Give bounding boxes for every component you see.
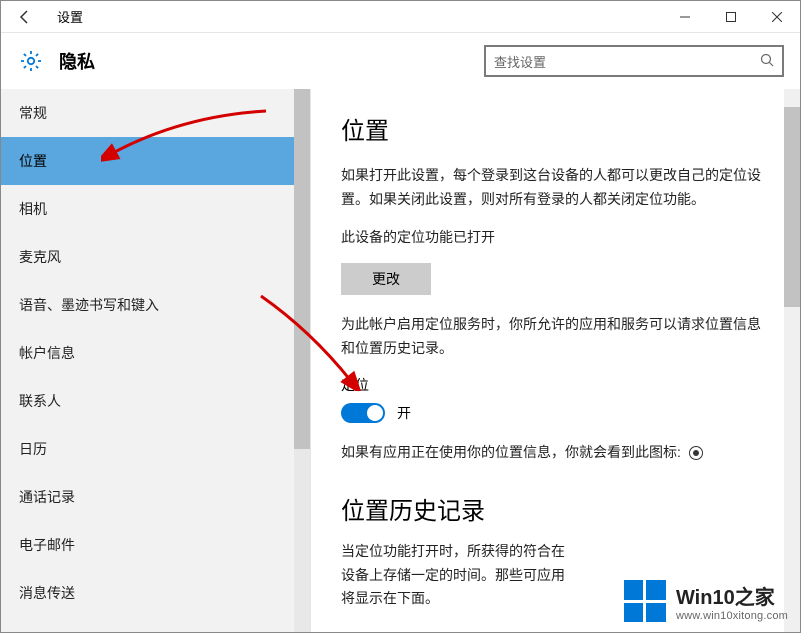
page-title: 隐私 [59, 48, 95, 74]
location-toggle[interactable] [341, 403, 385, 423]
location-indicator-icon [689, 446, 703, 460]
search-input[interactable]: 查找设置 [484, 45, 784, 77]
content-pane: 位置 如果打开此设置，每个登录到这台设备的人都可以更改自己的定位设置。如果关闭此… [311, 89, 800, 632]
minimize-button[interactable] [662, 1, 708, 33]
maximize-button[interactable] [708, 1, 754, 33]
arrow-left-icon [17, 9, 33, 25]
search-icon [760, 53, 774, 70]
sidebar-item-location[interactable]: 位置 [1, 137, 310, 185]
sidebar-item-general[interactable]: 常规 [1, 89, 310, 137]
account-location-description: 为此帐户启用定位服务时，你所允许的应用和服务可以请求位置信息和位置历史记录。 [341, 313, 770, 361]
location-icon-hint: 如果有应用正在使用你的位置信息，你就会看到此图标: [341, 441, 770, 465]
gear-icon [17, 47, 45, 75]
watermark: Win10之家 www.win10xitong.com [624, 580, 788, 622]
location-toggle-state: 开 [397, 403, 411, 423]
search-placeholder: 查找设置 [494, 52, 760, 71]
location-description: 如果打开此设置，每个登录到这台设备的人都可以更改自己的定位设置。如果关闭此设置，… [341, 164, 770, 212]
sidebar-scrollbar[interactable] [294, 89, 310, 632]
sidebar-item-messaging[interactable]: 消息传送 [1, 569, 310, 617]
sidebar-item-contacts[interactable]: 联系人 [1, 377, 310, 425]
sidebar-item-calendar[interactable]: 日历 [1, 425, 310, 473]
titlebar: 设置 [1, 1, 800, 33]
sidebar-item-camera[interactable]: 相机 [1, 185, 310, 233]
back-button[interactable] [1, 1, 49, 33]
window-title: 设置 [49, 7, 662, 26]
sidebar-item-email[interactable]: 电子邮件 [1, 521, 310, 569]
sidebar: 常规 位置 相机 麦克风 语音、墨迹书写和键入 帐户信息 联系人 日历 通话记录… [1, 89, 311, 632]
close-button[interactable] [754, 1, 800, 33]
sidebar-item-speech[interactable]: 语音、墨迹书写和键入 [1, 281, 310, 329]
header: 隐私 查找设置 [1, 33, 800, 89]
watermark-brand: Win10之家 [676, 581, 788, 610]
sidebar-item-microphone[interactable]: 麦克风 [1, 233, 310, 281]
section-heading-location: 位置 [341, 111, 770, 146]
sidebar-item-account[interactable]: 帐户信息 [1, 329, 310, 377]
content-scrollbar[interactable] [784, 89, 800, 632]
device-location-status: 此设备的定位功能已打开 [341, 226, 770, 250]
windows-logo-icon [624, 580, 666, 622]
change-button[interactable]: 更改 [341, 263, 431, 295]
history-description: 当定位功能打开时，所获得的符合在设备上存储一定的时间。那些可应用将显示在下面。 [341, 540, 571, 611]
sidebar-item-radio[interactable]: 无线电收发器 [1, 617, 310, 632]
watermark-url: www.win10xitong.com [676, 610, 788, 622]
location-toggle-label: 定位 [341, 375, 770, 395]
section-heading-history: 位置历史记录 [341, 491, 770, 526]
sidebar-item-callhistory[interactable]: 通话记录 [1, 473, 310, 521]
